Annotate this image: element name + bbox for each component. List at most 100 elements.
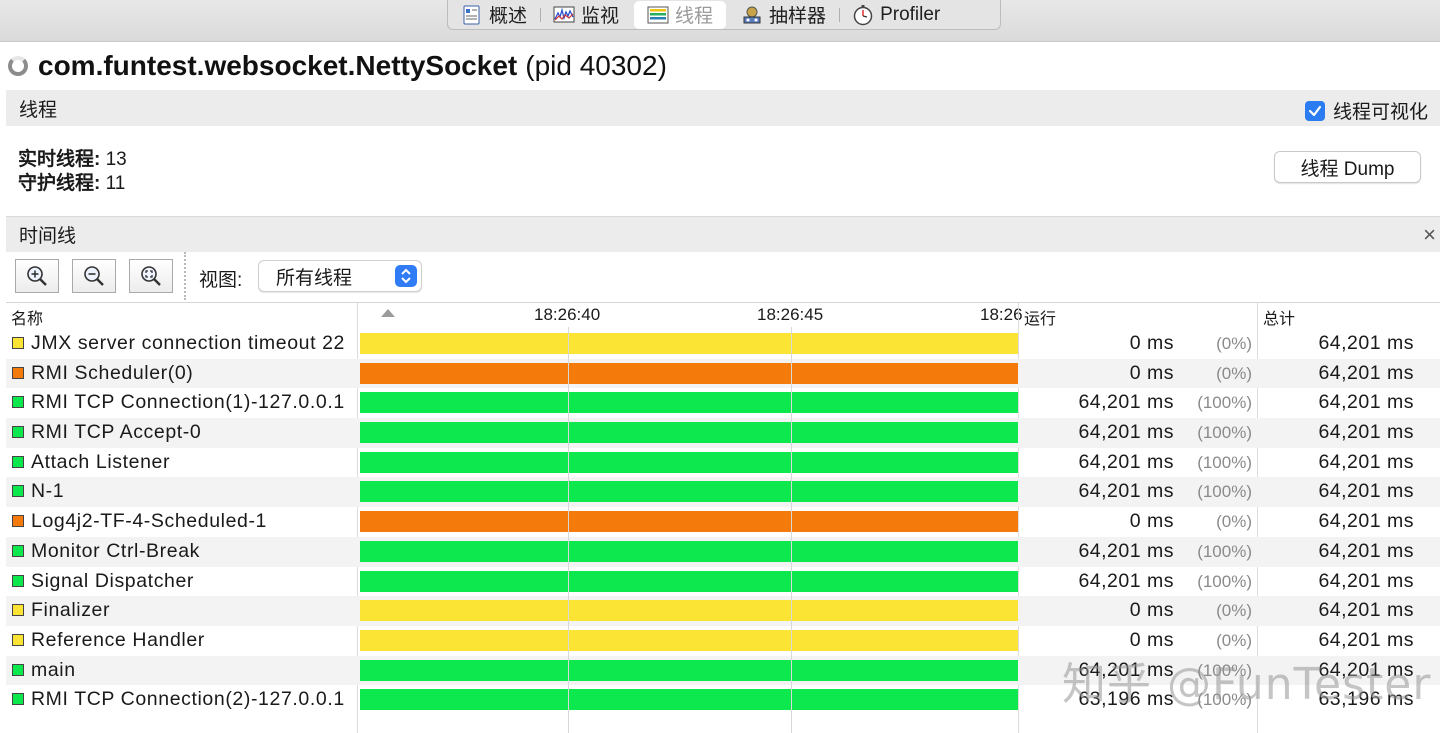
tab-profiler-label: Profiler <box>880 3 941 25</box>
thread-running-time: 0 ms <box>1129 332 1174 354</box>
table-row[interactable]: N-1 64,201 ms (100%) 64,201 ms <box>6 477 1440 508</box>
thread-timeline-bar <box>360 451 1018 473</box>
select-arrows-icon <box>395 265 417 287</box>
visualize-toggle[interactable]: 线程可视化 <box>1304 97 1428 124</box>
thread-running-percent: (100%) <box>1197 482 1252 502</box>
tab-threads[interactable]: 线程 <box>634 0 727 29</box>
sort-ascending-icon[interactable] <box>381 309 395 317</box>
thread-timeline-bar <box>360 392 1018 414</box>
thread-name: Finalizer <box>31 599 111 622</box>
thread-total-time: 64,201 ms <box>1318 421 1414 444</box>
thread-running-time: 64,201 ms <box>1078 539 1174 562</box>
thread-state-swatch <box>12 396 24 409</box>
thread-state-swatch <box>12 693 24 706</box>
toolbar-separator <box>184 252 186 300</box>
header-running[interactable]: 运行 <box>1024 305 1056 329</box>
threads-section-header: 线程 线程可视化 <box>6 90 1440 126</box>
thread-name: RMI TCP Accept-0 <box>31 421 202 444</box>
timeline-tick: 18:26 <box>980 305 1022 324</box>
thread-timeline-bar <box>360 511 1018 533</box>
thread-running-time: 64,201 ms <box>1078 450 1174 473</box>
header-name[interactable]: 名称 <box>11 305 43 329</box>
table-row[interactable]: JMX server connection timeout 22 0 ms (0%)… <box>6 329 1440 359</box>
thread-running-percent: (100%) <box>1197 393 1252 413</box>
table-row[interactable]: Signal Dispatcher 64,201 ms (100%) 64,201 m… <box>6 567 1440 597</box>
thread-running-percent: (100%) <box>1197 571 1252 591</box>
timeline-gridline <box>568 327 569 733</box>
watermark: 知乎 @FunTester <box>1062 659 1432 710</box>
thread-running-time: 64,201 ms <box>1078 569 1174 592</box>
thread-running-time: 0 ms <box>1129 361 1174 384</box>
thread-timeline-bar <box>360 570 1018 592</box>
table-row[interactable]: Finalizer 0 ms (0%) 64,201 ms <box>6 596 1440 626</box>
thread-name: Monitor Ctrl-Break <box>31 539 200 562</box>
monitor-icon <box>553 5 575 25</box>
thread-name: Reference Handler <box>31 628 205 651</box>
tab-monitor-label: 监视 <box>581 6 620 27</box>
timeline-gridline <box>791 327 792 733</box>
thread-name: N-1 <box>31 480 65 503</box>
close-icon[interactable]: × <box>1423 222 1436 248</box>
thread-timeline-bar <box>360 422 1018 444</box>
thread-total-time: 64,201 ms <box>1318 599 1414 622</box>
thread-total-time: 64,201 ms <box>1318 569 1414 592</box>
zoom-out-icon <box>84 266 104 286</box>
thread-total-time: 64,201 ms <box>1318 539 1414 562</box>
tab-sampler[interactable]: 抽样器 <box>728 1 839 29</box>
thread-timeline-bar <box>360 540 1018 562</box>
zoom-in-button[interactable] <box>15 259 59 293</box>
thread-timeline-bar <box>360 659 1018 681</box>
thread-state-swatch <box>12 663 24 676</box>
tab-overview[interactable]: 概述 <box>448 1 540 29</box>
thread-state-swatch <box>12 485 24 498</box>
table-row[interactable]: Log4j2-TF-4-Scheduled-1 0 ms (0%) 64,201 ms <box>6 507 1440 537</box>
thread-running-percent: (0%) <box>1216 601 1252 621</box>
profiler-icon <box>852 4 874 25</box>
table-row[interactable]: RMI TCP Accept-0 64,201 ms (100%) 64,201 ms <box>6 418 1440 448</box>
zoom-fit-icon <box>141 266 161 286</box>
thread-running-time: 0 ms <box>1129 510 1174 533</box>
sampler-icon <box>741 5 763 25</box>
live-threads-line: 实时线程: 13 <box>18 148 127 172</box>
daemon-threads-value: 11 <box>105 173 126 194</box>
overview-icon <box>461 5 483 25</box>
tab-strip: 概述 监视 线程 抽样器 Profiler <box>0 0 1440 42</box>
header-total[interactable]: 总计 <box>1263 305 1295 329</box>
threads-icon <box>647 5 669 25</box>
tab-sampler-label: 抽样器 <box>769 6 827 27</box>
thread-total-time: 64,201 ms <box>1318 332 1414 354</box>
zoom-out-button[interactable] <box>72 259 116 293</box>
timeline-section-header: 时间线 × <box>6 216 1440 252</box>
thread-timeline-bar <box>360 362 1018 384</box>
tab-monitor[interactable]: 监视 <box>540 1 632 29</box>
view-select[interactable]: 所有线程 <box>258 260 422 292</box>
visualvm-window: 概述 监视 线程 抽样器 Profiler com.funtest.websoc… <box>0 0 1440 733</box>
thread-name: RMI Scheduler(0) <box>31 361 194 384</box>
thread-running-time: 64,201 ms <box>1078 421 1174 444</box>
table-header: 名称 18:26:40 18:26:45 18:26 运行 总计 <box>6 303 1440 329</box>
thread-running-percent: (0%) <box>1216 363 1252 383</box>
thread-total-time: 64,201 ms <box>1318 361 1414 384</box>
thread-stats: 实时线程: 13 守护线程: 11 <box>18 148 127 196</box>
timeline-toolbar: 视图: 所有线程 <box>6 252 1440 302</box>
visualize-checkbox[interactable] <box>1304 100 1325 121</box>
thread-dump-button[interactable]: 线程 Dump <box>1274 151 1421 183</box>
zoom-fit-button[interactable] <box>129 259 173 293</box>
tab-profiler[interactable]: Profiler <box>839 1 953 29</box>
thread-running-percent: (100%) <box>1197 541 1252 561</box>
timeline-section-title: 时间线 <box>19 226 77 247</box>
tab-threads-label: 线程 <box>675 6 714 27</box>
zoom-in-icon <box>27 266 47 286</box>
thread-state-swatch <box>12 544 24 557</box>
table-row[interactable]: RMI Scheduler(0) 0 ms (0%) 64,201 ms <box>6 358 1440 389</box>
thread-total-time: 64,201 ms <box>1318 391 1414 414</box>
view-label: 视图: <box>199 270 243 291</box>
table-row[interactable]: Attach Listener 64,201 ms (100%) 64,201 ms <box>6 448 1440 478</box>
thread-timeline-bar <box>360 481 1018 503</box>
thread-running-time: 0 ms <box>1129 599 1174 622</box>
timeline-tick: 18:26:45 <box>757 305 824 324</box>
visualize-label: 线程可视化 <box>1332 102 1428 123</box>
daemon-threads-line: 守护线程: 11 <box>18 172 127 196</box>
table-row[interactable]: RMI TCP Connection(1)-127.0.0.1 64,201 ms… <box>6 388 1440 418</box>
table-row[interactable]: Monitor Ctrl-Break 64,201 ms (100%) 64,201 … <box>6 536 1440 567</box>
